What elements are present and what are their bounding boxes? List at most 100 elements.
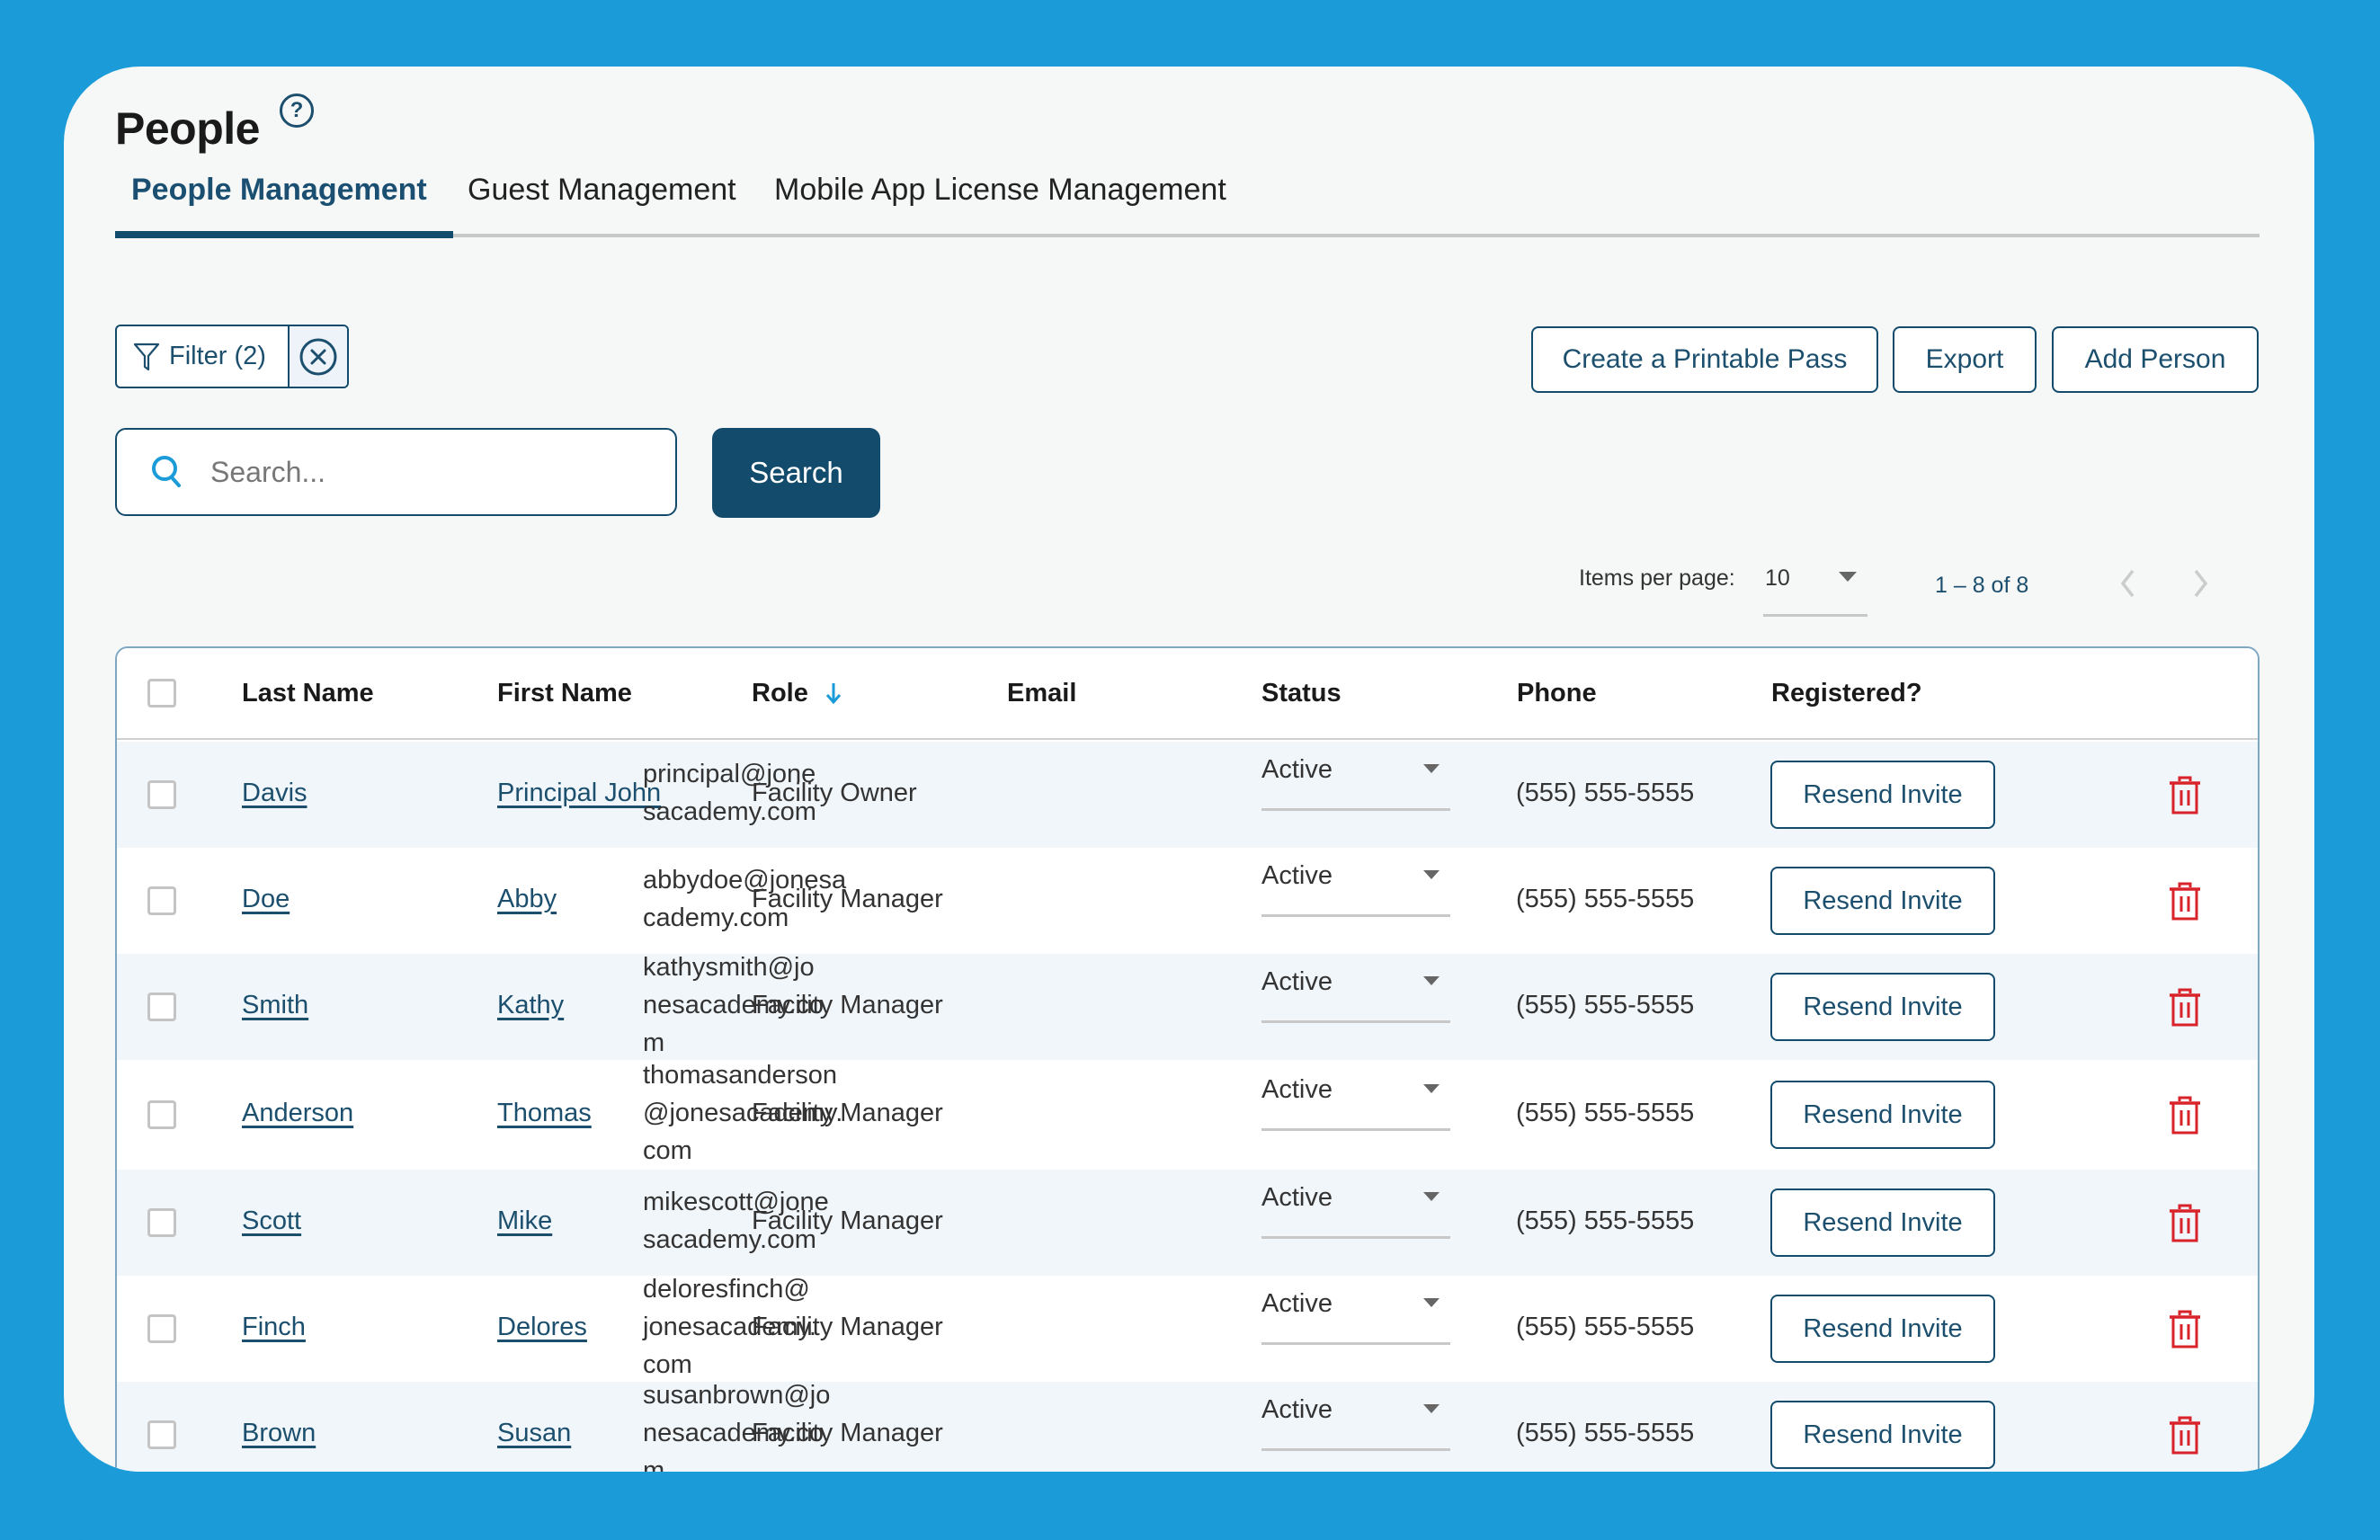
filter-button[interactable]: Filter (2): [117, 326, 290, 387]
column-header-registered[interactable]: Registered?: [1771, 679, 1922, 708]
select-all-checkbox[interactable]: [147, 679, 176, 708]
help-circle-icon[interactable]: ?: [280, 93, 314, 128]
delete-button[interactable]: [2167, 1415, 2203, 1456]
phone-cell: (555) 555-5555: [1516, 991, 1695, 1019]
resend-invite-button[interactable]: Resend Invite: [1770, 1295, 1995, 1363]
items-per-page-select[interactable]: 10: [1763, 561, 1867, 617]
table-row: Scott Mike Facility Manager mikescott@jo…: [117, 1170, 2258, 1276]
tab-bar: People Management Guest Management Mobil…: [115, 173, 2260, 238]
delete-button[interactable]: [2167, 775, 2203, 816]
next-page-button[interactable]: [2183, 565, 2219, 601]
caret-down-icon: [1839, 572, 1857, 582]
column-header-role-label: Role: [752, 679, 808, 708]
table-row: Smith Kathy Facility Manager kathysmith@…: [117, 953, 2258, 1060]
add-person-button[interactable]: Add Person: [2052, 326, 2259, 393]
email-line: kathysmith@jo: [643, 953, 815, 982]
status-select[interactable]: Active: [1261, 1388, 1450, 1451]
chevron-left-icon: [2120, 569, 2135, 598]
table-row: Davis Principal John Facility Owner prin…: [117, 742, 2258, 848]
email-cell: principal@jone sacademy.com: [643, 755, 872, 831]
status-value: Active: [1261, 755, 1333, 784]
tab-label: Guest Management: [468, 173, 736, 207]
tab-guest-management[interactable]: Guest Management: [468, 173, 736, 208]
phone-cell: (555) 555-5555: [1516, 1099, 1695, 1127]
first-name-link[interactable]: Thomas: [497, 1099, 592, 1128]
last-name-link[interactable]: Smith: [242, 991, 308, 1020]
resend-invite-button[interactable]: Resend Invite: [1770, 1081, 1995, 1149]
search-icon: [152, 456, 181, 487]
row-checkbox[interactable]: [147, 1208, 176, 1237]
email-line: sacademy.com: [643, 1225, 816, 1254]
column-header-status[interactable]: Status: [1261, 679, 1342, 708]
row-checkbox[interactable]: [147, 886, 176, 915]
column-header-last-name[interactable]: Last Name: [242, 679, 374, 708]
row-checkbox[interactable]: [147, 1100, 176, 1129]
status-select[interactable]: Active: [1261, 1282, 1450, 1345]
resend-invite-button[interactable]: Resend Invite: [1770, 973, 1995, 1041]
row-checkbox[interactable]: [147, 993, 176, 1021]
trash-icon: [2170, 1096, 2200, 1135]
clear-filter-button[interactable]: [290, 326, 347, 387]
last-name-link[interactable]: Doe: [242, 885, 290, 914]
table-row: Brown Susan Facility Manager susanbrown@…: [117, 1381, 2258, 1472]
phone-cell: (555) 555-5555: [1516, 1313, 1695, 1341]
caret-down-icon: [1423, 1084, 1440, 1093]
column-header-email[interactable]: Email: [1007, 679, 1076, 708]
caret-down-icon: [1423, 1298, 1440, 1307]
create-printable-pass-button[interactable]: Create a Printable Pass: [1531, 326, 1878, 393]
row-checkbox[interactable]: [147, 1420, 176, 1449]
funnel-icon: [133, 343, 160, 370]
last-name-link[interactable]: Scott: [242, 1206, 301, 1236]
items-per-page-value: 10: [1765, 565, 1790, 591]
delete-button[interactable]: [2167, 1309, 2203, 1350]
export-button[interactable]: Export: [1893, 326, 2037, 393]
first-name-link[interactable]: Kathy: [497, 991, 564, 1020]
status-select[interactable]: Active: [1261, 960, 1450, 1023]
first-name-link[interactable]: Delores: [497, 1313, 587, 1342]
delete-button[interactable]: [2167, 881, 2203, 922]
first-name-link[interactable]: Abby: [497, 885, 557, 914]
trash-icon: [2170, 988, 2200, 1027]
first-name-link[interactable]: Susan: [497, 1419, 571, 1448]
filter-label: Filter (2): [169, 342, 266, 370]
delete-button[interactable]: [2167, 987, 2203, 1028]
delete-button[interactable]: [2167, 1203, 2203, 1244]
resend-invite-button[interactable]: Resend Invite: [1770, 867, 1995, 935]
trash-icon: [2170, 1204, 2200, 1242]
page-title: People: [115, 103, 260, 154]
status-select[interactable]: Active: [1261, 1068, 1450, 1131]
resend-invite-button[interactable]: Resend Invite: [1770, 761, 1995, 829]
last-name-link[interactable]: Brown: [242, 1419, 316, 1448]
caret-down-icon: [1423, 976, 1440, 985]
resend-invite-button[interactable]: Resend Invite: [1770, 1401, 1995, 1469]
search-input[interactable]: [210, 455, 642, 489]
status-value: Active: [1261, 1289, 1333, 1318]
caret-down-icon: [1423, 764, 1440, 773]
column-header-phone[interactable]: Phone: [1517, 679, 1597, 708]
last-name-link[interactable]: Anderson: [242, 1099, 353, 1128]
phone-cell: (555) 555-5555: [1516, 885, 1695, 913]
previous-page-button[interactable]: [2109, 565, 2145, 601]
trash-icon: [2170, 1416, 2200, 1455]
row-checkbox[interactable]: [147, 1314, 176, 1343]
first-name-link[interactable]: Mike: [497, 1206, 552, 1236]
items-per-page-label: Items per page:: [1579, 565, 1735, 591]
email-line: nesacademy.co: [643, 1419, 824, 1447]
people-table: Last Name First Name Role Email Status P…: [115, 646, 2260, 1472]
row-checkbox[interactable]: [147, 780, 176, 809]
phone-cell: (555) 555-5555: [1516, 1419, 1695, 1447]
status-select[interactable]: Active: [1261, 748, 1450, 811]
status-select[interactable]: Active: [1261, 854, 1450, 917]
last-name-link[interactable]: Finch: [242, 1313, 306, 1342]
column-header-role[interactable]: Role: [752, 679, 842, 708]
resend-invite-button[interactable]: Resend Invite: [1770, 1188, 1995, 1257]
status-select[interactable]: Active: [1261, 1176, 1450, 1239]
search-button[interactable]: Search: [712, 428, 880, 518]
tab-mobile-app-license-management[interactable]: Mobile App License Management: [774, 173, 1226, 208]
last-name-link[interactable]: Davis: [242, 779, 308, 808]
column-header-first-name[interactable]: First Name: [497, 679, 632, 708]
first-name-link[interactable]: Principal John: [497, 779, 661, 808]
tab-people-management[interactable]: People Management: [131, 173, 427, 208]
delete-button[interactable]: [2167, 1095, 2203, 1136]
table-row: Finch Delores Facility Manager deloresfi…: [117, 1275, 2258, 1382]
